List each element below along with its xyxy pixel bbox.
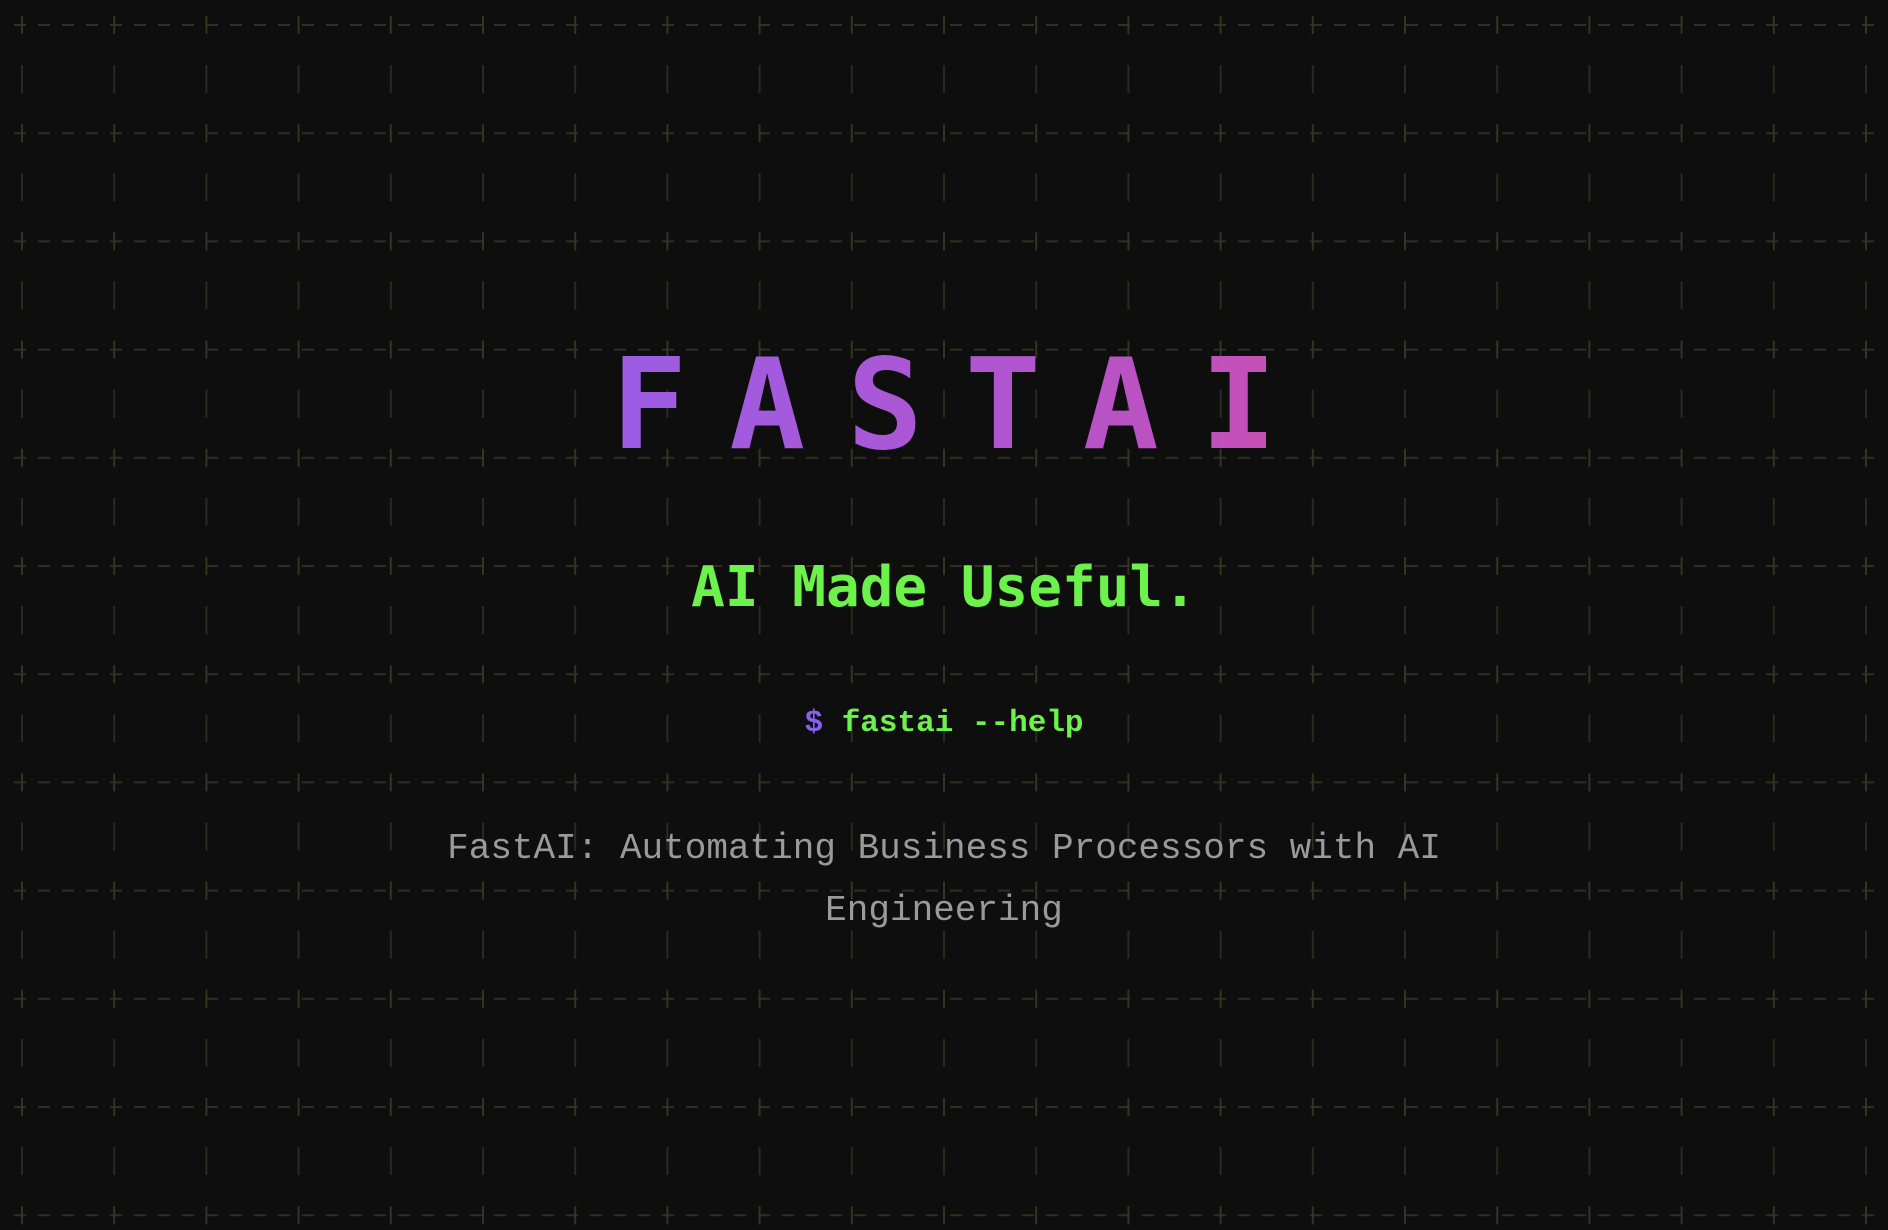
logo-text: FASTAI xyxy=(611,331,1319,478)
hero-section: FASTAI AI Made Useful. $ fastai --help F… xyxy=(0,0,1888,1230)
command-text: fastai --help xyxy=(841,706,1084,741)
fastai-logo: FASTAI xyxy=(0,335,1888,475)
prompt-symbol: $ xyxy=(804,706,824,741)
description: FastAI: Automating Business Processors w… xyxy=(447,828,1441,931)
tagline: AI Made Useful. xyxy=(691,555,1197,620)
landing-page: FASTAI AI Made Useful. $ fastai --help F… xyxy=(0,0,1888,1230)
terminal-command: $ fastai --help xyxy=(0,704,1888,744)
